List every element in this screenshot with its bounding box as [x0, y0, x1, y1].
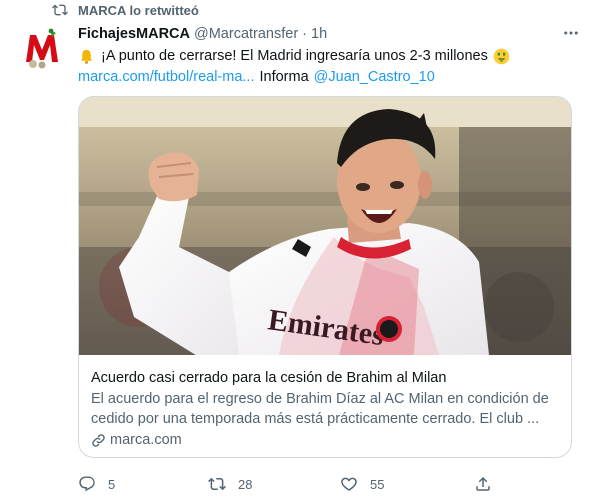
like-count: 55: [370, 476, 385, 492]
card-description-line-1: El acuerdo para el regreso de Brahim Día…: [91, 391, 549, 407]
reply-button[interactable]: 5: [78, 472, 115, 496]
link-icon: [92, 433, 105, 447]
reply-count: 5: [108, 476, 116, 492]
player-photo: Emirates: [79, 97, 571, 357]
share-button[interactable]: [474, 472, 492, 496]
retweet-icon: [52, 4, 68, 16]
card-domain: marca.com: [110, 432, 182, 448]
link-card[interactable]: Emirates Acuerdo casi cerrado para la ce…: [78, 96, 572, 458]
tweet-actions: 5 28 55: [78, 472, 498, 496]
retweet-label: MARCA lo retwitteó: [78, 2, 199, 18]
mention-link[interactable]: @Juan_Castro_10: [314, 69, 435, 85]
like-button[interactable]: 55: [340, 472, 384, 496]
author-handle[interactable]: @Marcatransfer: [194, 26, 298, 42]
reply-icon: [79, 476, 95, 492]
card-body: Acuerdo casi cerrado para la cesión de B…: [79, 356, 571, 450]
card-description: El acuerdo para el regreso de Brahim Día…: [91, 389, 561, 429]
bell-emoji: [80, 49, 93, 64]
card-domain-row: marca.com: [91, 430, 561, 450]
more-options-button[interactable]: [560, 22, 582, 44]
heart-icon: [341, 477, 357, 491]
share-icon: [476, 476, 490, 491]
retweet-icon: [208, 477, 226, 491]
card-title[interactable]: Acuerdo casi cerrado para la cesión de B…: [91, 368, 561, 388]
tweet-link[interactable]: marca.com/futbol/real-ma...: [78, 69, 254, 85]
header-separator: ·: [302, 26, 308, 42]
retweet-button[interactable]: 28: [208, 472, 252, 496]
retweet-indicator[interactable]: MARCA lo retwitteó: [52, 0, 199, 20]
tweet-text: ¡A punto de cerrarse! El Madrid ingresar…: [101, 48, 488, 64]
retweet-count: 28: [238, 476, 253, 492]
informa-label: Informa: [259, 69, 309, 85]
tweet-header: FichajesMARCA @Marcatransfer · 1h: [78, 24, 327, 44]
tweet-time[interactable]: 1h: [311, 26, 327, 42]
avatar[interactable]: [20, 26, 66, 72]
money-mouth-emoji: [493, 48, 510, 64]
card-image[interactable]: Emirates: [79, 97, 571, 357]
more-icon: [564, 31, 578, 35]
card-description-line-2: cedido por una temporada más está prácti…: [91, 411, 540, 427]
marca-logo: [20, 26, 66, 72]
tweet-text-line-1: ¡A punto de cerrarse! El Madrid ingresar…: [78, 46, 510, 66]
tweet-text-line-2: marca.com/futbol/real-ma... Informa @Jua…: [78, 67, 435, 87]
author-name[interactable]: FichajesMARCA: [78, 26, 190, 42]
